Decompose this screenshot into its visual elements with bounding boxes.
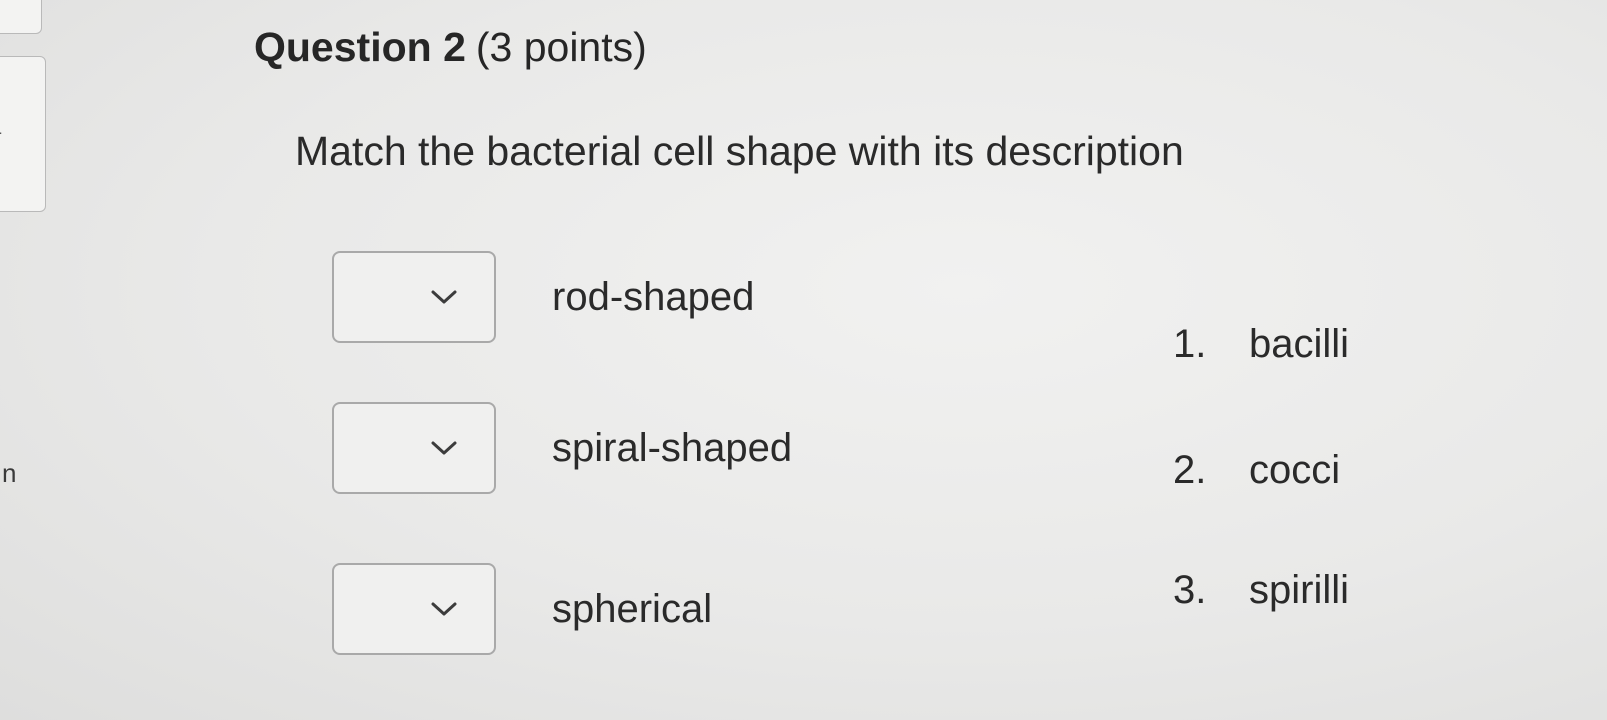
left-panel-partial: ’ – bbox=[0, 56, 46, 212]
panel-dash-icon: – bbox=[0, 119, 1, 145]
answer-item: 3. spirilli bbox=[1173, 568, 1349, 613]
question-number: Question 2 bbox=[254, 24, 466, 70]
sidebar-partial-text: n bbox=[2, 458, 17, 488]
answer-text: cocci bbox=[1249, 448, 1341, 492]
chevron-down-icon bbox=[431, 290, 457, 304]
answer-item: 1. bacilli bbox=[1173, 322, 1349, 367]
left-panel-partial-top bbox=[0, 0, 42, 34]
answer-item: 2. cocci bbox=[1173, 448, 1340, 493]
match-dropdown-rod[interactable] bbox=[332, 251, 496, 343]
match-row-spiral: spiral-shaped bbox=[332, 402, 792, 494]
match-label: spiral-shaped bbox=[552, 425, 793, 470]
question-points: (3 points) bbox=[475, 24, 647, 70]
question-prompt: Match the bacterial cell shape with its … bbox=[295, 128, 1184, 174]
match-row-rod: rod-shaped bbox=[332, 251, 754, 343]
answer-number: 3. bbox=[1173, 568, 1207, 612]
answer-text: spirilli bbox=[1249, 568, 1349, 612]
match-row-spherical: spherical bbox=[332, 563, 712, 655]
answer-number: 2. bbox=[1173, 448, 1207, 492]
question-title: Question 2 (3 points) bbox=[254, 24, 647, 71]
match-dropdown-spiral[interactable] bbox=[332, 402, 496, 494]
chevron-down-icon bbox=[431, 441, 457, 455]
answer-number: 1. bbox=[1173, 322, 1207, 366]
match-dropdown-spherical[interactable] bbox=[332, 563, 496, 655]
answer-text: bacilli bbox=[1249, 322, 1350, 366]
match-label: spherical bbox=[552, 586, 713, 631]
match-label: rod-shaped bbox=[552, 274, 755, 319]
chevron-down-icon bbox=[431, 602, 457, 616]
